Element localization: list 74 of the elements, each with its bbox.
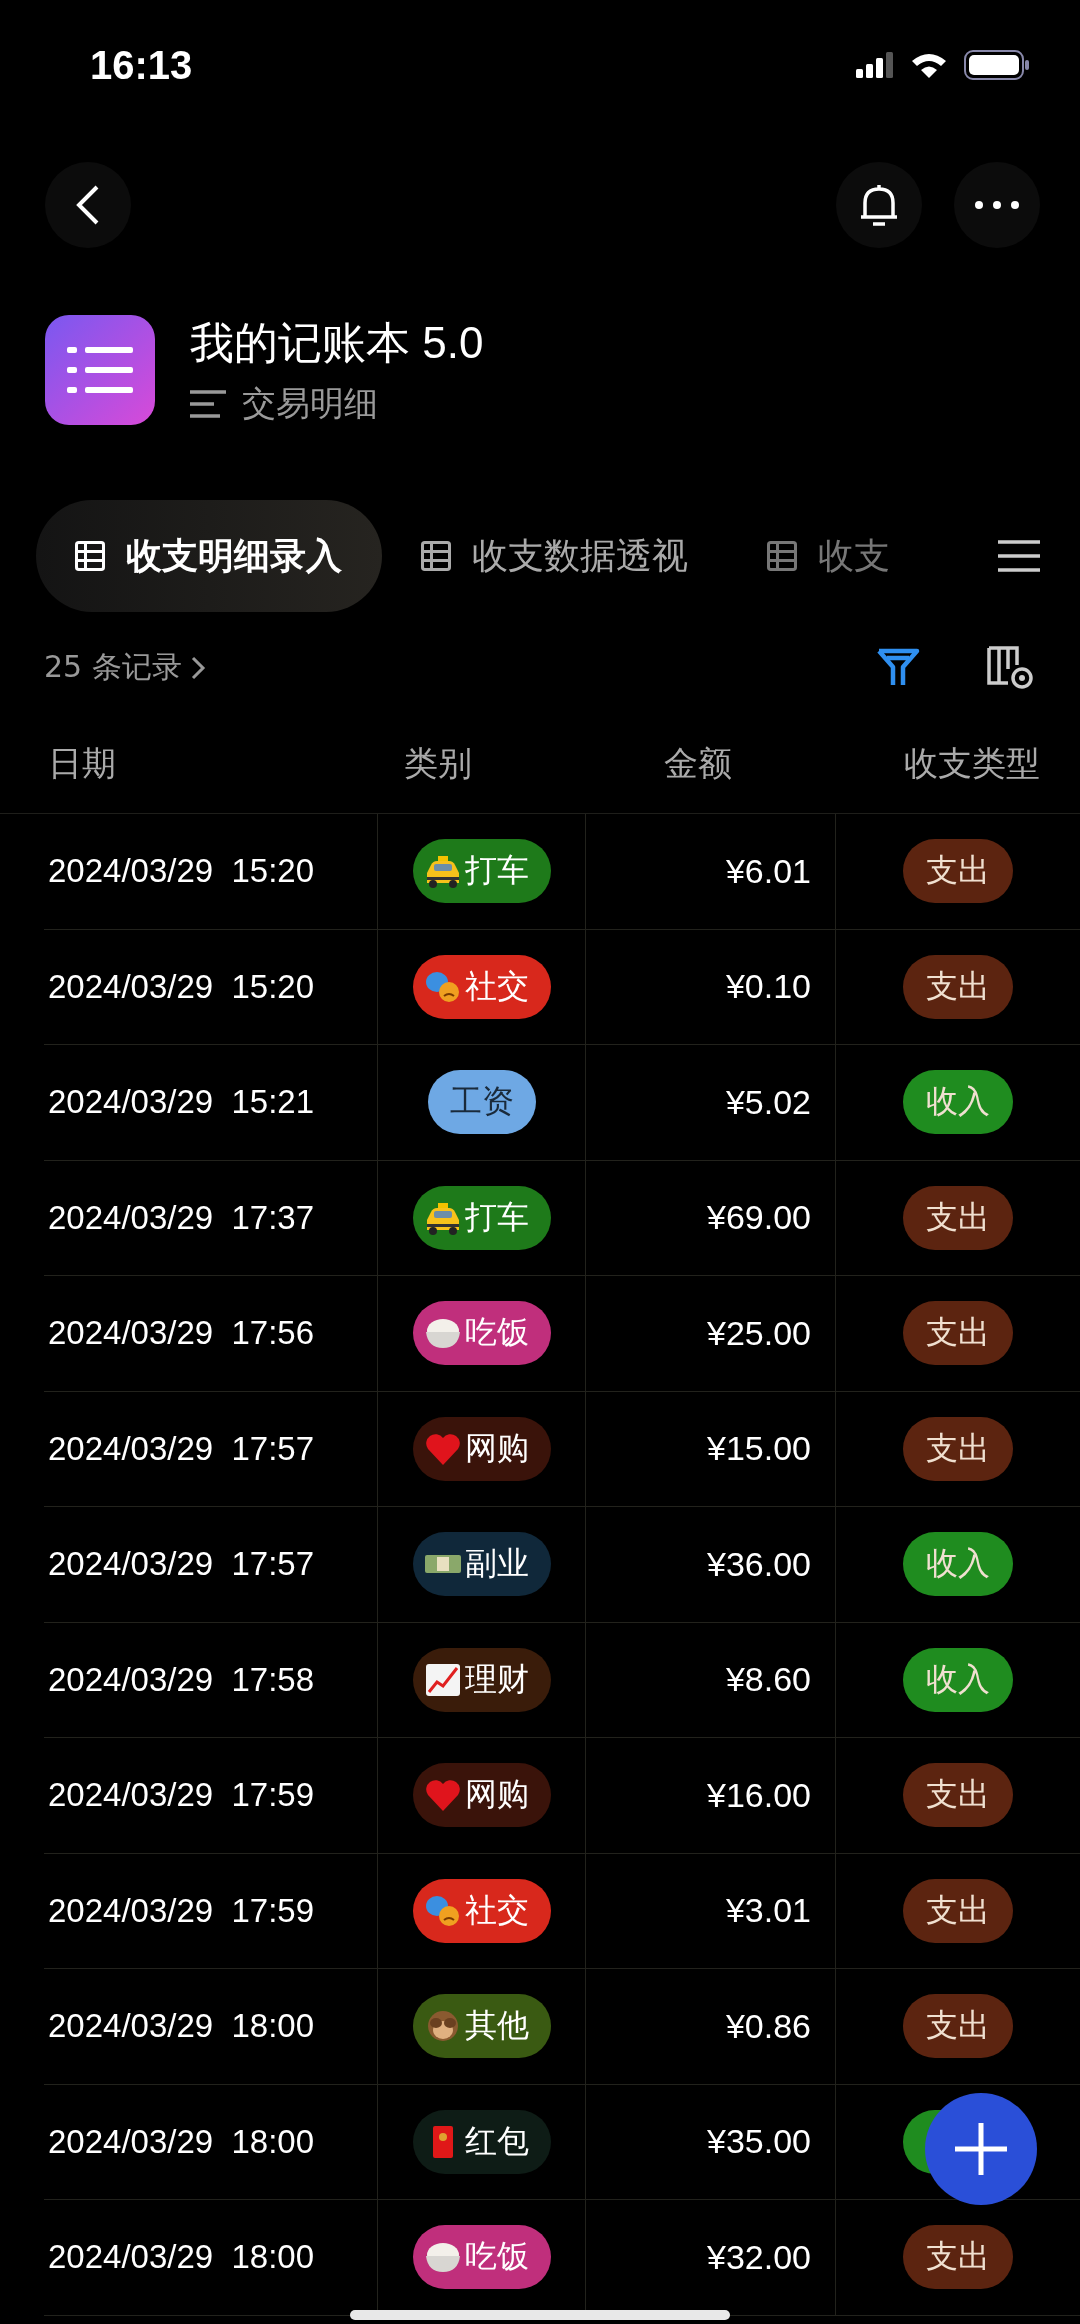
column-header: 金额 [663, 742, 733, 785]
app-title: 我的记账本 5.0 [190, 316, 484, 369]
date-cell-text: 2024/03/29 17:57 [47, 1545, 315, 1584]
category-tag: 其他 [412, 1994, 551, 2059]
category-tag: 理财 [412, 1647, 551, 1712]
category-tag: 副业 [412, 1532, 551, 1597]
status-time: 16:13 [90, 42, 193, 88]
category-tag: 红包 [412, 2109, 551, 2174]
date-cell-text: 2024/03/29 17:37 [47, 1198, 315, 1237]
more-icon [974, 200, 1020, 210]
table-icon [764, 538, 800, 574]
chevron-right-icon [189, 654, 206, 681]
amount-cell: ¥0.86 [725, 2006, 811, 2046]
date-cell-text: 2024/03/29 17:58 [47, 1660, 315, 1699]
date-cell-text: 2024/03/29 17:56 [47, 1314, 315, 1353]
date-cell-text: 2024/03/29 15:21 [47, 1083, 315, 1122]
category-tag: 网购 [412, 1763, 551, 1828]
category-tag: 吃饭 [412, 2225, 551, 2290]
type-tag: 支出 [903, 839, 1013, 904]
amount-cell: ¥6.01 [725, 851, 811, 891]
date-cell-text: 2024/03/29 17:59 [47, 1776, 315, 1815]
view-tab[interactable]: 收支 [728, 500, 900, 612]
amount-cell: ¥8.60 [725, 1660, 811, 1700]
view-tab[interactable]: 收支数据透视 [382, 500, 728, 612]
category-tag: 吃饭 [412, 1301, 551, 1366]
type-tag: 收入 [903, 1532, 1013, 1597]
type-tag: 支出 [903, 1301, 1013, 1366]
amount-cell: ¥16.00 [707, 1775, 811, 1815]
table-icon [418, 538, 454, 574]
type-tag: 支出 [903, 1994, 1013, 2059]
type-tag: 支出 [903, 1878, 1013, 1943]
type-tag: 支出 [903, 1416, 1013, 1481]
category-tag: 工资 [427, 1070, 536, 1135]
amount-cell: ¥0.10 [725, 967, 811, 1007]
column-settings-icon[interactable] [986, 644, 1036, 691]
list-icon [190, 388, 226, 419]
amount-cell: ¥35.00 [707, 2122, 811, 2162]
type-tag: 支出 [903, 954, 1013, 1019]
signal-icon [856, 52, 894, 78]
plus-icon [953, 2121, 1009, 2177]
category-tag: 社交 [412, 954, 551, 1019]
date-cell-text: 2024/03/29 17:59 [47, 1891, 315, 1930]
table-icon [72, 538, 108, 574]
amount-cell: ¥69.00 [707, 1198, 811, 1238]
wifi-icon [910, 51, 948, 79]
amount-cell: ¥3.01 [725, 1891, 811, 1931]
type-tag: 支出 [903, 1763, 1013, 1828]
date-cell-text: 2024/03/29 18:00 [47, 2238, 315, 2277]
amount-cell: ¥5.02 [725, 1082, 811, 1122]
date-cell-text: 2024/03/29 17:57 [47, 1429, 315, 1468]
date-cell-text: 2024/03/29 18:00 [47, 2122, 315, 2161]
view-tab[interactable]: 收支明细录入 [36, 500, 382, 612]
date-cell-text: 2024/03/29 18:00 [47, 2007, 315, 2046]
amount-cell: ¥15.00 [707, 1429, 811, 1469]
column-header: 收支类型 [903, 742, 1041, 785]
page-subtitle: 交易明细 [242, 381, 378, 425]
amount-cell: ¥32.00 [707, 2237, 811, 2277]
record-count-link[interactable]: 25 条记录 [44, 647, 206, 688]
category-tag: 网购 [412, 1416, 551, 1481]
battery-icon [964, 50, 1030, 80]
category-tag: 社交 [412, 1878, 551, 1943]
column-header: 日期 [47, 742, 117, 785]
menu-icon[interactable] [998, 539, 1040, 573]
type-tag: 支出 [903, 2225, 1013, 2290]
type-tag: 收入 [903, 1070, 1013, 1135]
date-cell-text: 2024/03/29 15:20 [47, 967, 315, 1006]
column-header: 类别 [403, 742, 473, 785]
type-tag: 收入 [903, 1647, 1013, 1712]
amount-cell: ¥25.00 [707, 1313, 811, 1353]
date-cell-text: 2024/03/29 15:20 [47, 852, 315, 891]
category-tag: 打车 [412, 839, 551, 904]
amount-cell: ¥36.00 [707, 1544, 811, 1584]
category-tag: 打车 [412, 1185, 551, 1250]
type-tag: 支出 [903, 1185, 1013, 1250]
